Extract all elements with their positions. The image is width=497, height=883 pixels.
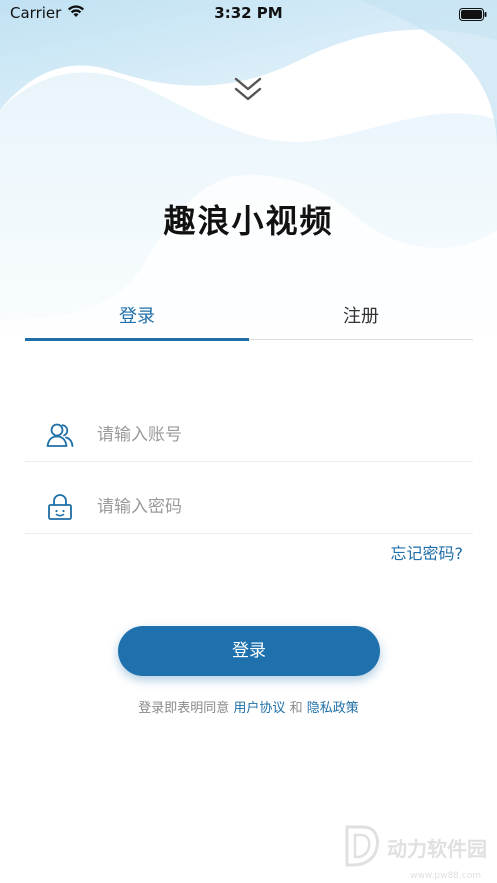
status-bar: Carrier 3:32 PM (0, 0, 497, 28)
account-input[interactable] (97, 424, 427, 445)
user-agreement-link[interactable]: 用户协议 (233, 701, 285, 716)
background-wave (0, 0, 497, 330)
agreement-prefix: 登录即表明同意 (138, 701, 230, 716)
account-field (25, 408, 473, 462)
battery-icon (459, 6, 487, 25)
chevron-down-icon[interactable] (233, 76, 263, 106)
forgot-password-link[interactable]: 忘记密码? (391, 540, 464, 564)
tab-register[interactable]: 注册 (249, 292, 473, 339)
privacy-policy-link[interactable]: 隐私政策 (307, 701, 359, 716)
watermark-url: www.pw88.com (410, 871, 481, 881)
login-button[interactable]: 登录 (118, 626, 380, 676)
tab-login[interactable]: 登录 (25, 292, 249, 341)
auth-tabs: 登录 注册 (25, 292, 473, 341)
watermark-text: 动力软件园 (387, 836, 487, 861)
user-icon (45, 420, 75, 450)
lock-icon (45, 492, 75, 522)
clock: 3:32 PM (214, 4, 283, 22)
agreement-text: 登录即表明同意 用户协议 和 隐私政策 (0, 697, 497, 716)
password-input[interactable] (97, 496, 427, 517)
agreement-and: 和 (289, 701, 303, 716)
watermark-logo-icon (341, 823, 381, 871)
password-field (25, 480, 473, 534)
app-title: 趣浪小视频 (163, 202, 334, 240)
watermark: 动力软件园 www.pw88.com (341, 823, 487, 881)
